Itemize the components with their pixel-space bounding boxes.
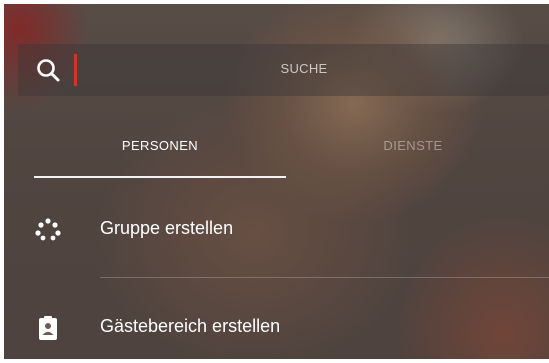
guest-badge-icon bbox=[39, 316, 57, 340]
app-screen: SUCHE PERSONEN DIENSTE Gruppe erstellen … bbox=[4, 4, 549, 359]
search-input[interactable]: SUCHE bbox=[204, 61, 404, 76]
menu-divider bbox=[100, 277, 549, 278]
menu-item-create-group[interactable]: Gruppe erstellen bbox=[4, 200, 549, 260]
search-cursor-accent bbox=[74, 54, 77, 86]
menu-item-label: Gästebereich erstellen bbox=[100, 316, 281, 336]
tab-personen[interactable]: PERSONEN bbox=[34, 138, 286, 153]
search-icon[interactable] bbox=[34, 56, 62, 84]
active-tab-indicator bbox=[34, 176, 286, 178]
tab-dienste[interactable]: DIENSTE bbox=[287, 138, 539, 153]
group-icon bbox=[35, 218, 61, 241]
menu-item-label: Gruppe erstellen bbox=[100, 218, 234, 238]
menu-item-create-guest-area[interactable]: Gästebereich erstellen bbox=[4, 298, 549, 358]
